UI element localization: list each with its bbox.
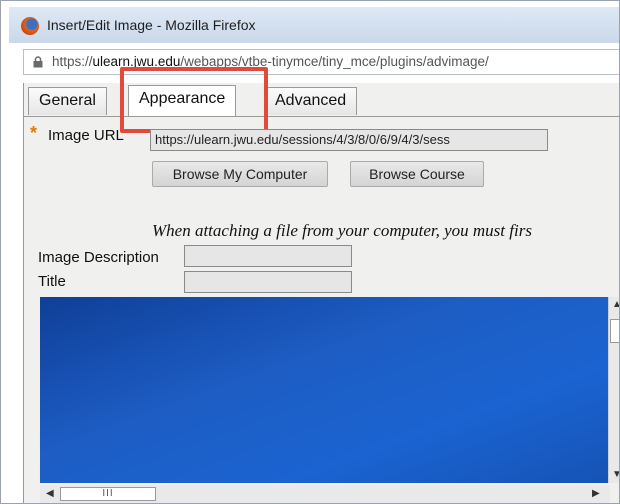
title-bar: Insert/Edit Image - Mozilla Firefox — [9, 7, 619, 43]
image-url-label: Image URL — [48, 127, 124, 144]
tab-divider — [24, 116, 619, 117]
tab-strip: General Appearance Advanced — [24, 67, 619, 133]
image-description-label: Image Description — [38, 249, 159, 266]
lock-icon — [33, 56, 43, 68]
browse-course-button[interactable]: Browse Course — [350, 161, 484, 187]
tab-general[interactable]: General — [28, 87, 107, 115]
scroll-up-icon[interactable]: ▲ — [612, 299, 619, 310]
scroll-down-icon[interactable]: ▼ — [612, 469, 619, 480]
scroll-left-icon[interactable]: ◀ — [46, 488, 54, 499]
attach-note: When attaching a file from your computer… — [152, 221, 532, 240]
firefox-logo-icon — [21, 17, 39, 35]
url-text: https://ulearn.jwu.edu/webapps/vtbe-tiny… — [52, 54, 489, 69]
scroll-right-icon[interactable]: ▶ — [592, 488, 600, 499]
window-title: Insert/Edit Image - Mozilla Firefox — [47, 17, 256, 33]
address-bar[interactable]: https://ulearn.jwu.edu/webapps/vtbe-tiny… — [23, 49, 619, 75]
url-prefix: https:// — [52, 54, 93, 69]
horizontal-scroll-thumb[interactable]: III — [60, 487, 156, 501]
title-label: Title — [38, 273, 66, 290]
image-url-input[interactable]: https://ulearn.jwu.edu/sessions/4/3/8/0/… — [150, 129, 548, 151]
tab-advanced[interactable]: Advanced — [264, 87, 358, 115]
annotation-highlight-box — [120, 67, 268, 133]
horizontal-scrollbar[interactable]: ◀ III ▶ — [40, 485, 610, 503]
vertical-scroll-thumb[interactable] — [610, 319, 619, 343]
title-input[interactable] — [184, 271, 352, 293]
browser-window: Insert/Edit Image - Mozilla Firefox http… — [0, 0, 620, 504]
image-preview — [40, 297, 610, 483]
required-marker: * — [30, 123, 38, 143]
browse-my-computer-button[interactable]: Browse My Computer — [152, 161, 328, 187]
vertical-scrollbar[interactable]: ▲ ▼ — [608, 297, 619, 483]
image-dialog: General Appearance Advanced * Image URL … — [23, 67, 619, 503]
image-description-input[interactable] — [184, 245, 352, 267]
